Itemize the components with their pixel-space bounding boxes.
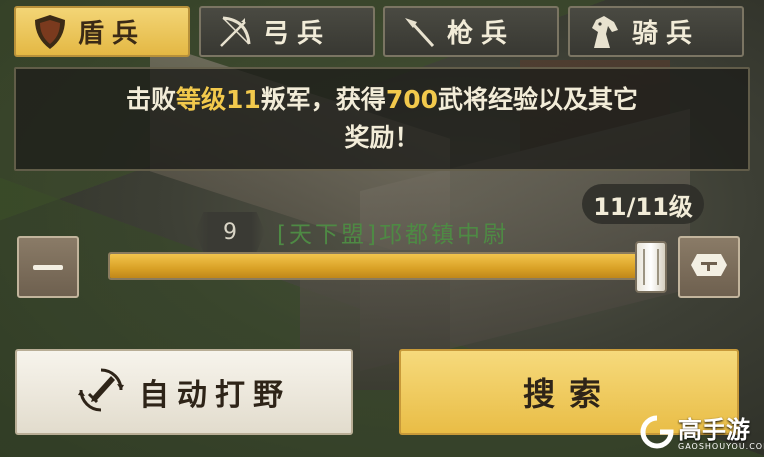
level-slider-fill bbox=[110, 254, 662, 278]
max-level-button[interactable] bbox=[678, 236, 740, 298]
tab-archers[interactable]: 弓兵 bbox=[199, 6, 375, 57]
auto-sword-icon bbox=[77, 366, 125, 418]
horse-icon bbox=[586, 14, 622, 50]
minus-icon bbox=[33, 264, 63, 270]
tab-cavalry[interactable]: 骑兵 bbox=[568, 6, 744, 57]
target-name: [天下盟]邛都镇中尉 bbox=[277, 222, 509, 248]
watermark-url: GAOSHOUYOU.COM bbox=[678, 441, 764, 451]
reward-description-line2: 奖励！ bbox=[344, 123, 420, 152]
site-watermark: 高手游 GAOSHOUYOU.COM bbox=[640, 413, 764, 455]
level-slider-track[interactable] bbox=[108, 252, 664, 280]
shield-icon bbox=[32, 14, 68, 50]
reward-description-panel: 击败等级11叛军，获得700武将经验以及其它 奖励！ bbox=[14, 67, 750, 171]
bow-icon bbox=[217, 14, 253, 50]
max-icon bbox=[687, 250, 731, 284]
search-label: 搜索 bbox=[522, 375, 615, 413]
map-target-label[interactable]: 9 [天下盟]邛都镇中尉 bbox=[195, 210, 605, 254]
tab-label: 枪兵 bbox=[447, 19, 516, 49]
auto-hunt-label: 自动打野 bbox=[139, 378, 291, 413]
desc-text: 武将经验以及其它 bbox=[438, 85, 639, 114]
desc-text: 叛军，获得 bbox=[260, 85, 386, 114]
auto-hunt-button[interactable]: 自动打野 bbox=[15, 349, 353, 435]
desc-text: 击败 bbox=[125, 85, 176, 114]
spear-icon bbox=[401, 14, 437, 50]
tab-shield-troops[interactable]: 盾兵 bbox=[14, 6, 190, 57]
watermark-logo-icon bbox=[640, 415, 674, 453]
decrease-level-button[interactable] bbox=[17, 236, 79, 298]
tab-label: 弓兵 bbox=[263, 19, 332, 49]
tab-label: 盾兵 bbox=[78, 19, 147, 49]
reward-description-line1: 击败等级11叛军，获得700武将经验以及其它 bbox=[126, 81, 638, 119]
watermark-name: 高手游 bbox=[678, 415, 750, 444]
exp-amount: 700 bbox=[385, 85, 438, 114]
target-level-badge: 9 bbox=[195, 212, 265, 252]
troop-type-tabs: 盾兵 弓兵 枪兵 骑兵 bbox=[14, 6, 754, 59]
level-slider-handle[interactable] bbox=[635, 241, 667, 293]
tab-spearmen[interactable]: 枪兵 bbox=[383, 6, 559, 57]
tab-label: 骑兵 bbox=[632, 19, 701, 49]
rebel-level-text: 等级11 bbox=[176, 85, 261, 114]
